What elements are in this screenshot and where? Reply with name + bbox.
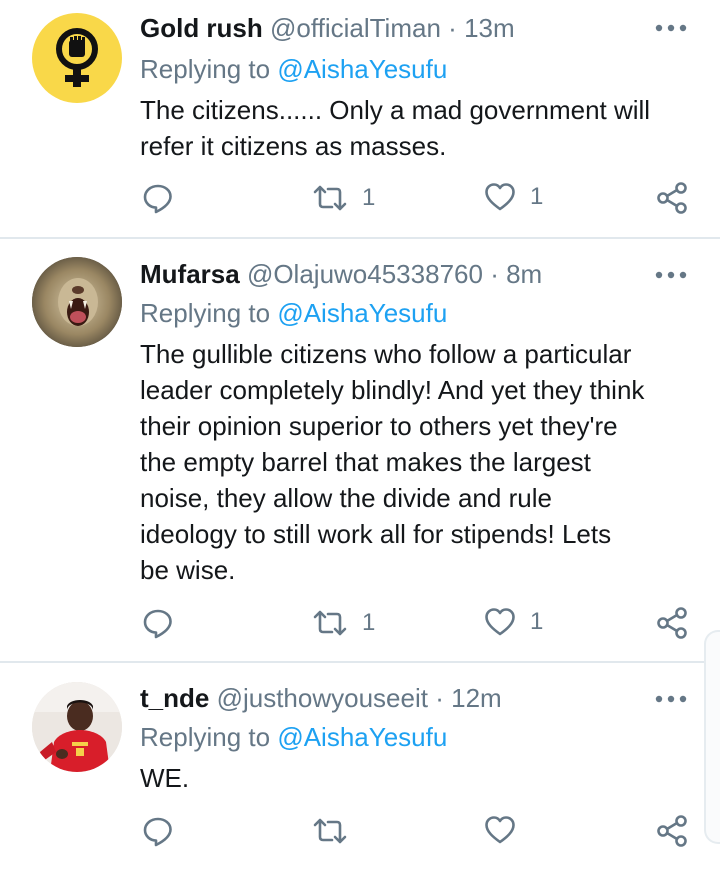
share-button[interactable] — [656, 182, 688, 214]
share-icon — [657, 182, 687, 214]
reply-button[interactable] — [142, 182, 174, 214]
avatar-t-nde[interactable] — [32, 682, 122, 772]
retweet-button[interactable] — [312, 815, 362, 847]
compose-fab-edge[interactable] — [704, 630, 720, 844]
reply-icon — [143, 817, 172, 847]
like-button[interactable]: 1 — [484, 182, 543, 212]
tweet-text-line: the empty barrel that makes the largest — [140, 447, 591, 477]
retweet-icon — [313, 818, 347, 844]
like-count: 1 — [530, 183, 544, 210]
tweet-text-line: The gullible citizens who follow a parti… — [140, 339, 632, 369]
reply-icon — [143, 609, 172, 639]
share-icon — [657, 815, 687, 847]
replying-to-line: Replying to @AishaYesufu — [140, 54, 447, 85]
retweet-count: 1 — [362, 184, 376, 211]
like-icon — [485, 816, 515, 844]
retweet-icon — [313, 185, 347, 211]
tweet-text-line: noise, they allow the divide and rule — [140, 483, 552, 513]
tweet-text: The gullible citizens who follow a parti… — [140, 336, 700, 588]
display-name[interactable]: Mufarsa — [140, 259, 240, 289]
share-button[interactable] — [656, 815, 688, 847]
replying-prefix: Replying to — [140, 298, 278, 328]
reply-icon — [143, 184, 172, 214]
more-icon[interactable] — [654, 269, 688, 281]
avatar-mufarsa[interactable] — [32, 257, 122, 347]
tweet-actions: 1 1 — [0, 182, 720, 222]
reply-button[interactable] — [142, 815, 174, 847]
tweet-text-line: their opinion superior to others yet the… — [140, 411, 618, 441]
user-handle[interactable]: @justhowyouseeit — [217, 683, 428, 713]
tweet-text-line: The citizens...... Only a mad government… — [140, 95, 651, 125]
mention-link[interactable]: @AishaYesufu — [277, 298, 447, 328]
user-handle[interactable]: @officialTiman — [270, 13, 441, 43]
tweet-text-line: be wise. — [140, 555, 236, 585]
replying-to-line: Replying to @AishaYesufu — [140, 722, 447, 753]
tweet-text-line: leader completely blindly! And yet they … — [140, 375, 645, 405]
tweet-actions: 1 1 — [0, 607, 720, 647]
like-count: 1 — [530, 608, 544, 635]
person-avatar-icon — [32, 682, 122, 772]
share-button[interactable] — [656, 607, 688, 639]
reply-button[interactable] — [142, 607, 174, 639]
tweet-1[interactable]: Gold rush @officialTiman · 13m Replying … — [0, 0, 720, 238]
tweet-header: Mufarsa @Olajuwo45338760 · 8m — [140, 259, 542, 290]
like-button[interactable]: 1 — [484, 607, 543, 637]
lion-avatar-icon — [32, 257, 122, 347]
like-icon — [485, 183, 515, 211]
tweet-actions — [0, 815, 720, 855]
avatar-gold-rush[interactable] — [32, 13, 122, 103]
fist-venus-avatar-icon — [56, 28, 98, 87]
replying-to-line: Replying to @AishaYesufu — [140, 298, 447, 329]
more-icon[interactable] — [654, 22, 688, 34]
replying-prefix: Replying to — [140, 54, 278, 84]
tweet-text-line: ideology to still work all for stipends!… — [140, 519, 612, 549]
separator-dot: · — [448, 13, 457, 43]
share-icon — [657, 607, 687, 639]
tweet-text: The citizens...... Only a mad government… — [140, 92, 700, 164]
tweet-2[interactable]: Mufarsa @Olajuwo45338760 · 8m Replying t… — [0, 239, 720, 661]
timestamp[interactable]: 12m — [451, 683, 502, 713]
more-icon[interactable] — [654, 693, 688, 705]
like-icon — [485, 608, 515, 636]
separator-dot: · — [490, 259, 499, 289]
display-name[interactable]: Gold rush — [140, 13, 263, 43]
tweet-text-line: refer it citizens as masses. — [140, 131, 447, 161]
display-name[interactable]: t_nde — [140, 683, 209, 713]
tweet-3[interactable]: t_nde @justhowyouseeit · 12m Replying to… — [0, 663, 720, 870]
mention-link[interactable]: @AishaYesufu — [277, 54, 447, 84]
tweet-text: WE. — [140, 760, 700, 796]
timestamp[interactable]: 13m — [464, 13, 515, 43]
replying-prefix: Replying to — [140, 722, 278, 752]
retweet-count: 1 — [362, 609, 376, 636]
user-handle[interactable]: @Olajuwo45338760 — [247, 259, 483, 289]
retweet-button[interactable]: 1 — [312, 182, 375, 214]
tweet-text-line: WE. — [140, 763, 190, 793]
tweet-header: Gold rush @officialTiman · 13m — [140, 13, 515, 44]
mention-link[interactable]: @AishaYesufu — [277, 722, 447, 752]
retweet-icon — [313, 610, 347, 636]
timestamp[interactable]: 8m — [506, 259, 542, 289]
retweet-button[interactable]: 1 — [312, 607, 375, 639]
like-button[interactable] — [484, 815, 530, 845]
separator-dot: · — [435, 683, 444, 713]
tweet-header: t_nde @justhowyouseeit · 12m — [140, 683, 502, 714]
